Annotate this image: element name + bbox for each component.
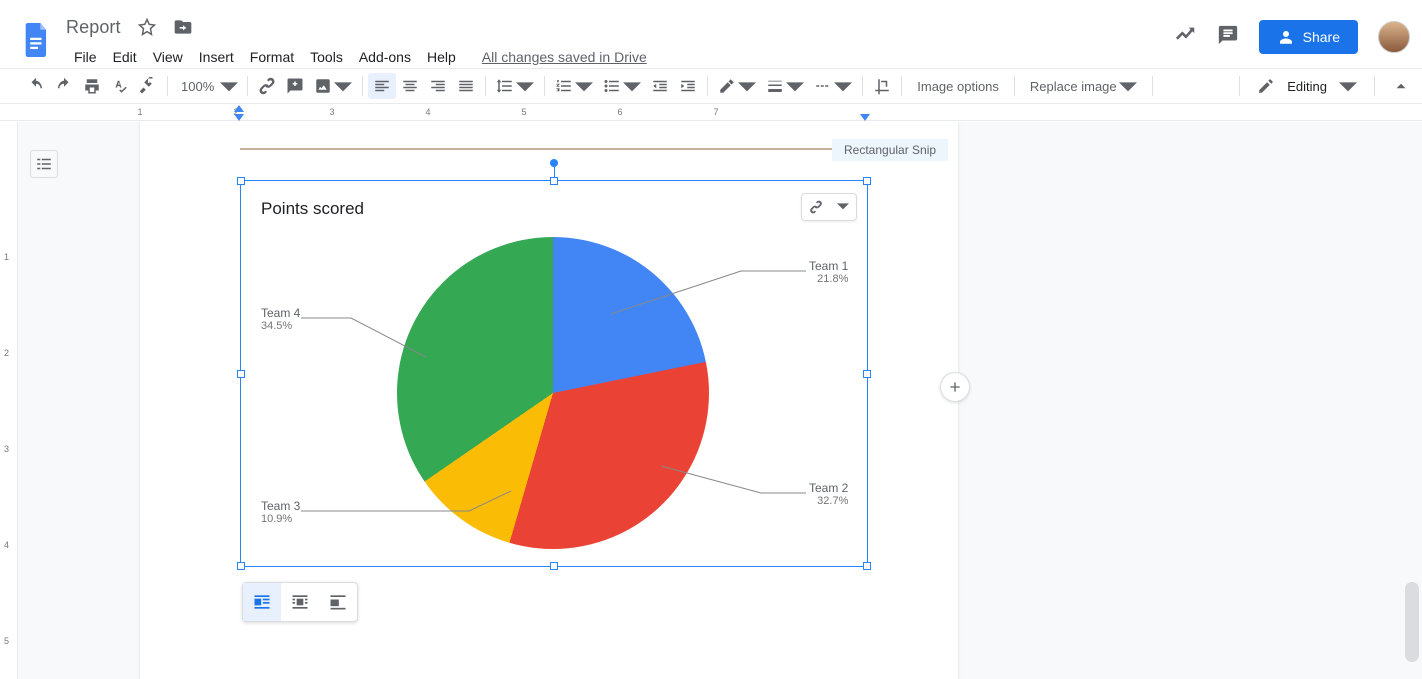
pie-label-pct: 10.9%	[261, 513, 300, 525]
numbered-list-button[interactable]	[550, 73, 598, 99]
chevron-down-icon[interactable]	[1339, 77, 1357, 95]
menu-view[interactable]: View	[145, 46, 191, 68]
align-left-button[interactable]	[368, 73, 396, 99]
chart-options-icon[interactable]	[829, 201, 856, 213]
ruler-tick-label: 6	[617, 107, 622, 117]
menu-addons[interactable]: Add-ons	[351, 46, 419, 68]
document-title[interactable]: Report	[66, 17, 121, 38]
print-button[interactable]	[78, 73, 106, 99]
toolbar: 100% Image options Replace image Editing	[0, 68, 1422, 104]
header-right: Share	[1175, 20, 1410, 54]
crop-button[interactable]	[868, 73, 896, 99]
menu-tools[interactable]: Tools	[302, 46, 351, 68]
pie-label-team1: Team 1 21.8%	[809, 259, 848, 285]
move-to-folder-icon[interactable]	[173, 17, 193, 37]
docs-logo-icon[interactable]	[18, 16, 56, 64]
star-icon[interactable]	[137, 17, 157, 37]
outline-toggle-icon[interactable]	[30, 150, 58, 178]
document-page[interactable]: Rectangular Snip Points scored	[140, 122, 958, 679]
add-comment-button[interactable]	[281, 73, 309, 99]
chart-linked-toolbar[interactable]	[801, 193, 857, 221]
collapse-toolbar-icon[interactable]	[1392, 77, 1410, 95]
first-line-indent-marker[interactable]	[234, 105, 244, 112]
wrap-text-button[interactable]	[281, 583, 319, 621]
paint-format-button[interactable]	[134, 73, 162, 99]
replace-image-button[interactable]: Replace image	[1020, 77, 1147, 95]
zoom-value: 100%	[181, 79, 214, 94]
line-spacing-button[interactable]	[491, 73, 539, 99]
pie-label-name: Team 3	[261, 499, 300, 513]
pie-label-pct: 32.7%	[809, 495, 848, 507]
pie-label-name: Team 2	[809, 481, 848, 495]
image-options-button[interactable]: Image options	[907, 79, 1009, 94]
insert-image-button[interactable]	[309, 73, 357, 99]
pie-label-name: Team 1	[809, 259, 848, 273]
share-button[interactable]: Share	[1259, 20, 1358, 54]
vertical-ruler[interactable]: 1 2 3 4 5	[0, 122, 18, 679]
align-justify-button[interactable]	[452, 73, 480, 99]
comments-icon[interactable]	[1217, 24, 1239, 51]
chart-object-selection[interactable]: Points scored Team 1 21.8%	[240, 180, 868, 567]
chart-object[interactable]: Points scored Team 1 21.8%	[241, 181, 867, 566]
menu-help[interactable]: Help	[419, 46, 464, 68]
replace-image-label: Replace image	[1030, 79, 1117, 94]
right-indent-marker[interactable]	[860, 114, 870, 121]
menu-edit[interactable]: Edit	[105, 46, 145, 68]
border-color-button[interactable]	[713, 73, 761, 99]
pie-label-team2: Team 2 32.7%	[809, 481, 848, 507]
account-avatar[interactable]	[1378, 21, 1410, 53]
main-menu: File Edit View Insert Format Tools Add-o…	[66, 45, 655, 69]
decrease-indent-button[interactable]	[646, 73, 674, 99]
redo-button[interactable]	[50, 73, 78, 99]
spellcheck-button[interactable]	[106, 73, 134, 99]
linked-chart-icon[interactable]	[802, 200, 829, 214]
ruler-tick-label: 7	[713, 107, 718, 117]
add-comment-bubble[interactable]	[940, 372, 970, 402]
pie-slices	[397, 237, 709, 549]
activity-icon[interactable]	[1175, 24, 1197, 51]
horizontal-ruler[interactable]: 1 2 3 4 5 6 7	[0, 105, 1422, 121]
menu-file[interactable]: File	[66, 46, 105, 68]
pie-label-pct: 21.8%	[809, 273, 848, 285]
insert-link-button[interactable]	[253, 73, 281, 99]
rotate-handle[interactable]	[550, 159, 558, 167]
document-area: 1 2 3 4 5 Rectangular Snip Points scored	[0, 122, 1422, 679]
pie-label-pct: 34.5%	[261, 320, 300, 332]
horizontal-rule	[240, 148, 860, 150]
title-bar: Report File Edit View Insert Format Tool…	[0, 6, 1422, 66]
snip-hint-overlay: Rectangular Snip	[832, 139, 948, 161]
pie-chart	[397, 237, 709, 549]
zoom-dropdown[interactable]: 100%	[173, 77, 242, 95]
vertical-scrollbar[interactable]	[1405, 582, 1419, 662]
share-label: Share	[1303, 29, 1340, 45]
menu-insert[interactable]: Insert	[191, 46, 242, 68]
align-center-button[interactable]	[396, 73, 424, 99]
editing-mode-dropdown[interactable]: Editing	[1287, 79, 1327, 94]
pie-label-team4: Team 4 34.5%	[261, 306, 300, 332]
bulleted-list-button[interactable]	[598, 73, 646, 99]
left-indent-marker[interactable]	[234, 114, 244, 121]
ruler-tick-label: 4	[425, 107, 430, 117]
menu-format[interactable]: Format	[242, 46, 302, 68]
image-wrap-toolbar	[242, 582, 358, 622]
pie-label-name: Team 4	[261, 306, 300, 320]
align-right-button[interactable]	[424, 73, 452, 99]
wrap-break-button[interactable]	[319, 583, 357, 621]
pie-label-team3: Team 3 10.9%	[261, 499, 300, 525]
ruler-tick-label: 3	[329, 107, 334, 117]
save-status[interactable]: All changes saved in Drive	[474, 46, 655, 68]
border-weight-button[interactable]	[761, 73, 809, 99]
ruler-tick-label: 5	[521, 107, 526, 117]
undo-button[interactable]	[22, 73, 50, 99]
increase-indent-button[interactable]	[674, 73, 702, 99]
wrap-inline-button[interactable]	[243, 583, 281, 621]
border-dash-button[interactable]	[809, 73, 857, 99]
chart-title: Points scored	[241, 187, 867, 219]
title-block: Report File Edit View Insert Format Tool…	[66, 6, 655, 69]
pencil-icon	[1257, 77, 1275, 95]
ruler-tick-label: 1	[137, 107, 142, 117]
